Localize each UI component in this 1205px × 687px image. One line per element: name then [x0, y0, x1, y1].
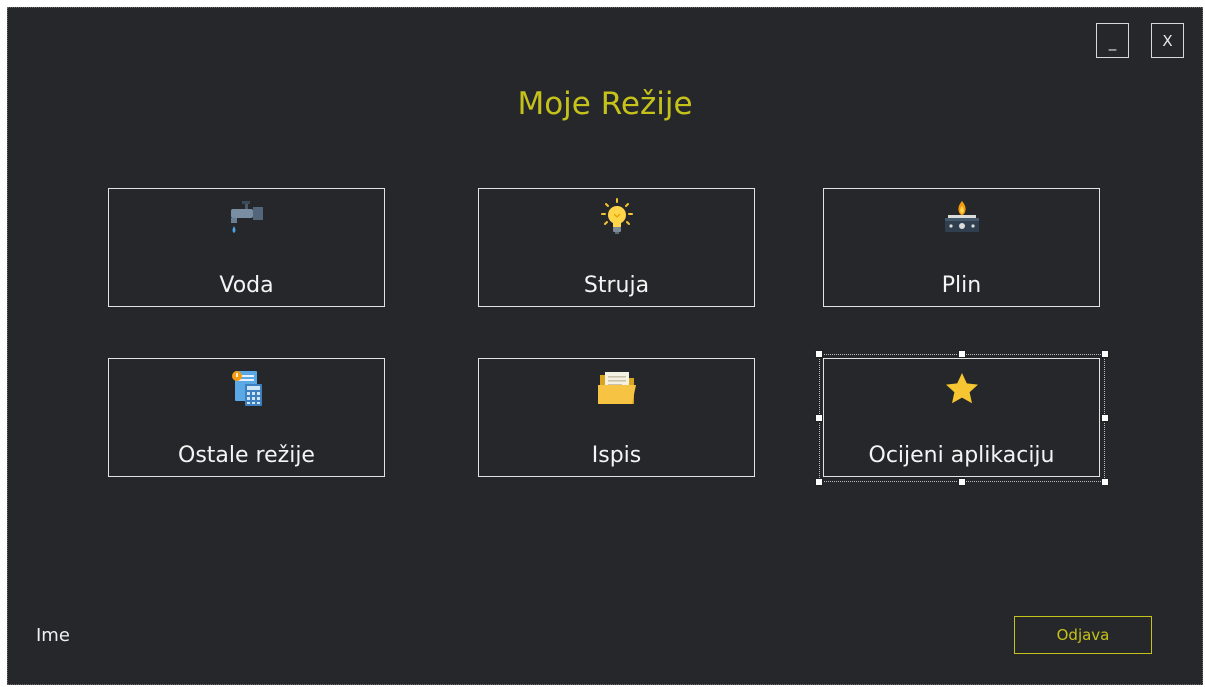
resize-handle-bottom-right[interactable] [1101, 478, 1109, 486]
rate-app-label: Ocijeni aplikaciju [868, 443, 1055, 468]
light-bulb-icon [600, 198, 633, 234]
resize-handle-right[interactable] [1101, 414, 1109, 422]
electricity-button[interactable]: Struja [478, 188, 755, 307]
print-button[interactable]: Ispis [478, 358, 755, 477]
gas-button[interactable]: Plin [823, 188, 1100, 307]
resize-handle-top-right[interactable] [1101, 350, 1109, 358]
other-bills-button[interactable]: Ostale režije [108, 358, 385, 477]
water-tap-icon [230, 201, 263, 233]
resize-handle-top-left[interactable] [815, 350, 823, 358]
rate-app-button[interactable]: Ocijeni aplikaciju [823, 358, 1100, 477]
resize-handle-top[interactable] [958, 350, 966, 358]
star-icon [945, 373, 978, 404]
bills-calculator-icon [231, 371, 262, 406]
main-window: _ X Moje Režije Voda Struja Plin Ostale … [7, 7, 1203, 685]
resize-handle-bottom[interactable] [958, 478, 966, 486]
gas-label: Plin [941, 273, 982, 298]
user-name-label: Ime [36, 625, 70, 646]
resize-handle-left[interactable] [815, 414, 823, 422]
app-title: Moje Režije [517, 86, 693, 122]
close-button[interactable]: X [1151, 23, 1184, 58]
water-button[interactable]: Voda [108, 188, 385, 307]
resize-handle-bottom-left[interactable] [815, 478, 823, 486]
logout-button[interactable]: Odjava [1014, 616, 1152, 654]
minimize-button[interactable]: _ [1096, 23, 1129, 58]
other-bills-label: Ostale režije [178, 443, 315, 468]
gas-stove-icon [944, 201, 979, 232]
print-label: Ispis [591, 443, 642, 468]
water-label: Voda [219, 273, 274, 298]
folder-icon [597, 372, 636, 404]
electricity-label: Struja [583, 273, 650, 298]
